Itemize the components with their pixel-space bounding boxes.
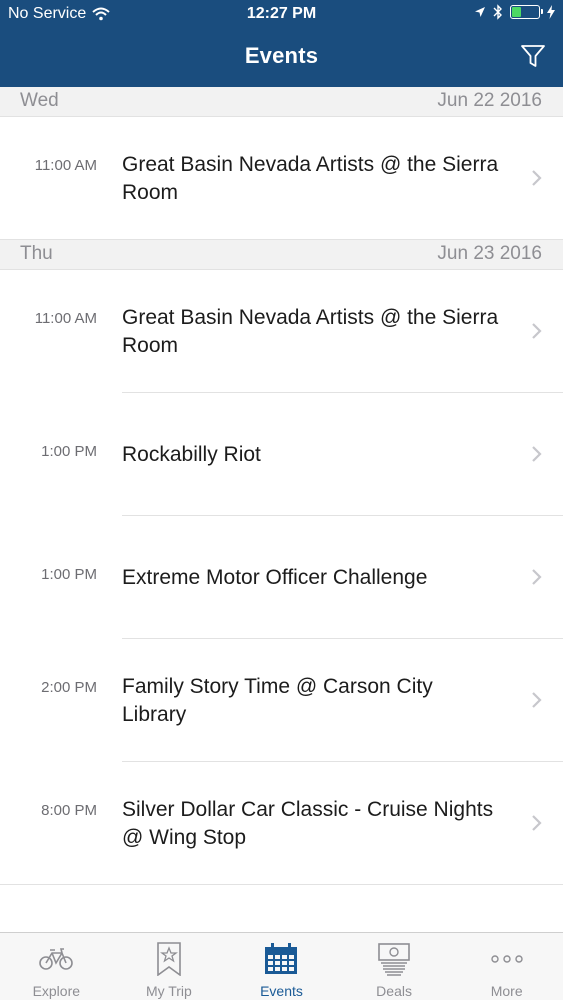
event-row[interactable]: 11:00 AM Great Basin Nevada Artists @ the… bbox=[0, 117, 563, 240]
money-stack-icon bbox=[374, 941, 414, 977]
event-time: 1:00 PM bbox=[41, 443, 97, 460]
tab-my-trip[interactable]: My Trip bbox=[113, 933, 226, 1000]
section-header: Wed Jun 22 2016 bbox=[0, 87, 563, 117]
header: No Service 12:27 PM Events bbox=[0, 0, 563, 87]
event-row[interactable]: 1:00 PM Rockabilly Riot bbox=[0, 393, 563, 516]
section-date: Jun 22 2016 bbox=[437, 90, 542, 111]
tab-label: Events bbox=[260, 983, 303, 999]
chevron-right-icon bbox=[532, 815, 542, 831]
event-name: Great Basin Nevada Artists @ the Sierra … bbox=[122, 306, 499, 357]
event-name: Silver Dollar Car Classic - Cruise Night… bbox=[122, 798, 494, 849]
tab-bar: Explore My Trip Events Deals More bbox=[0, 932, 563, 1000]
tab-explore[interactable]: Explore bbox=[0, 933, 113, 1000]
event-row[interactable]: 1:00 PM Extreme Motor Officer Challenge bbox=[0, 516, 563, 639]
event-time: 11:00 AM bbox=[34, 310, 97, 327]
navigation-bar: Events bbox=[0, 28, 563, 87]
chevron-right-icon bbox=[532, 323, 542, 339]
tab-label: More bbox=[490, 983, 523, 999]
calendar-icon bbox=[261, 941, 301, 977]
event-time: 8:00 PM bbox=[41, 802, 97, 819]
location-arrow-icon bbox=[475, 7, 485, 17]
chevron-right-icon bbox=[532, 692, 542, 708]
event-time: 2:00 PM bbox=[41, 679, 97, 696]
event-name: Family Story Time @ Carson City Library bbox=[122, 675, 433, 726]
status-bar: No Service 12:27 PM bbox=[0, 0, 563, 28]
event-row[interactable]: 11:00 AM Great Basin Nevada Artists @ the… bbox=[0, 270, 563, 393]
event-row[interactable]: 2:00 PM Family Story Time @ Carson City L… bbox=[0, 639, 563, 762]
event-list: Wed Jun 22 2016 11:00 AM Great Basin Nevada… bbox=[0, 87, 563, 885]
tab-label: Deals bbox=[376, 983, 412, 999]
tab-label: My Trip bbox=[145, 983, 192, 999]
chevron-right-icon bbox=[532, 446, 542, 462]
event-name: Great Basin Nevada Artists @ the Sierra … bbox=[122, 153, 499, 204]
section-day: Thu bbox=[20, 243, 53, 264]
more-dots-icon bbox=[487, 941, 527, 977]
tab-more[interactable]: More bbox=[450, 933, 563, 1000]
tab-label: Explore bbox=[32, 983, 81, 999]
chevron-right-icon bbox=[532, 170, 542, 186]
section-date: Jun 23 2016 bbox=[437, 243, 542, 264]
bookmark-star-icon bbox=[149, 941, 189, 977]
event-time: 11:00 AM bbox=[34, 157, 97, 174]
filter-icon[interactable] bbox=[519, 42, 547, 70]
battery-icon bbox=[510, 5, 543, 19]
status-indicators bbox=[474, 4, 555, 20]
charging-bolt-icon bbox=[547, 5, 555, 19]
bicycle-icon bbox=[36, 941, 76, 977]
bluetooth-icon bbox=[493, 4, 502, 20]
event-name: Rockabilly Riot bbox=[122, 443, 261, 466]
section-header: Thu Jun 23 2016 bbox=[0, 240, 563, 270]
tab-events[interactable]: Events bbox=[225, 933, 338, 1000]
tab-deals[interactable]: Deals bbox=[338, 933, 451, 1000]
event-name: Extreme Motor Officer Challenge bbox=[122, 566, 428, 589]
chevron-right-icon bbox=[532, 569, 542, 585]
row-separator bbox=[0, 884, 563, 885]
event-time: 1:00 PM bbox=[41, 566, 97, 583]
page-title: Events bbox=[244, 43, 319, 68]
event-row[interactable]: 8:00 PM Silver Dollar Car Classic - Cruis… bbox=[0, 762, 563, 885]
section-day: Wed bbox=[20, 90, 59, 111]
